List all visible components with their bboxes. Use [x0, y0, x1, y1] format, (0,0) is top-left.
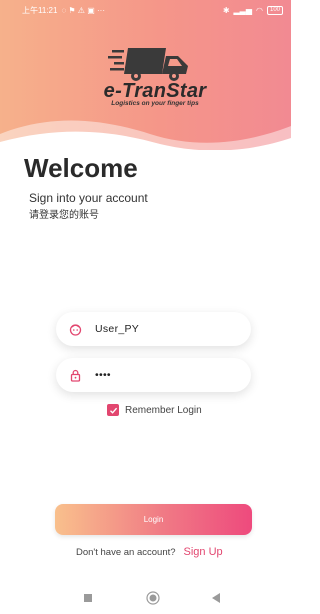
header-wave — [0, 120, 291, 150]
system-nav-bar — [0, 582, 291, 614]
status-right: ✱ ▂▃▅ ◠ 100 — [222, 5, 283, 15]
page-subtitle-chinese: 请登录您的账号 — [29, 210, 99, 221]
signup-row: Don't have an account? Sign Up — [76, 546, 223, 558]
username-input[interactable]: User_PY — [95, 323, 139, 335]
page-title: Welcome — [24, 153, 138, 183]
remember-label: Remember Login — [125, 404, 202, 416]
username-field[interactable]: User_PY — [56, 312, 251, 346]
brand-tagline: Logistics on your finger tips — [111, 100, 199, 107]
bluetooth-icon: ✱ — [222, 5, 230, 15]
user-face-icon — [69, 323, 82, 336]
signup-link[interactable]: Sign Up — [184, 546, 223, 558]
status-bar: 上午11:21 ◌ ⚑ ⚠ ▣ ··· ✱ ▂▃▅ ◠ 100 — [0, 0, 291, 20]
lock-icon — [69, 369, 82, 382]
page-subtitle: Sign into your account — [29, 191, 148, 205]
recents-icon[interactable] — [83, 593, 93, 603]
password-field[interactable]: •••• — [56, 358, 251, 392]
home-icon[interactable] — [146, 591, 160, 605]
password-input[interactable]: •••• — [95, 369, 111, 381]
back-icon[interactable] — [211, 592, 221, 604]
signal-icon: ▂▃▅ — [233, 5, 252, 15]
login-button[interactable]: Login — [55, 504, 252, 535]
remember-checkbox[interactable] — [107, 404, 119, 416]
wifi-icon: ◠ — [256, 5, 263, 15]
battery-icon: 100 — [266, 5, 283, 15]
remember-login[interactable]: Remember Login — [107, 404, 202, 416]
status-time: 上午11:21 — [22, 5, 58, 15]
notification-icons: ◌ ⚑ ⚠ ▣ ··· — [61, 5, 105, 15]
login-button-label: Login — [143, 515, 164, 524]
truck-logo-icon — [108, 48, 188, 81]
status-left: 上午11:21 ◌ ⚑ ⚠ ▣ ··· — [22, 5, 105, 16]
check-icon — [109, 407, 117, 414]
no-account-text: Don't have an account? — [76, 547, 176, 558]
header-banner: 上午11:21 ◌ ⚑ ⚠ ▣ ··· ✱ ▂▃▅ ◠ 100 e-TranSt… — [0, 0, 291, 150]
login-screen: 上午11:21 ◌ ⚑ ⚠ ▣ ··· ✱ ▂▃▅ ◠ 100 e-TranSt… — [0, 0, 291, 614]
